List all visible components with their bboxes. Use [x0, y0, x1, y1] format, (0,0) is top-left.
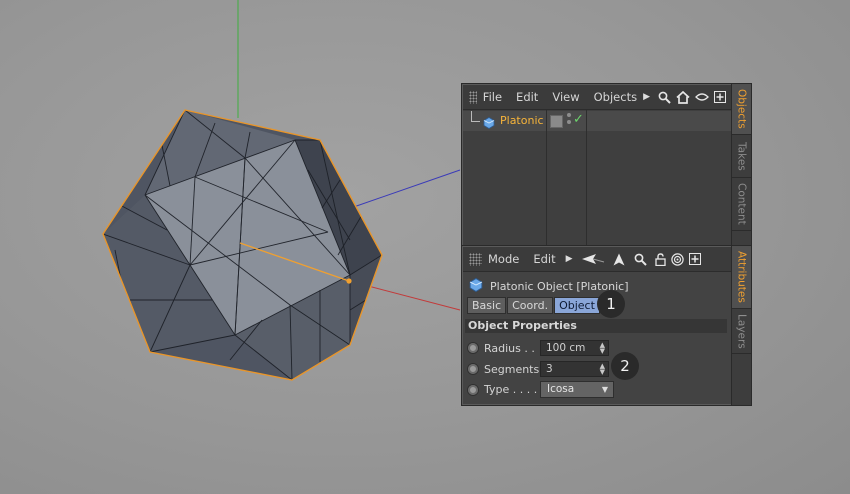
- spinner-arrows-icon[interactable]: ▲ ▼: [600, 363, 605, 376]
- column-divider[interactable]: [586, 110, 587, 246]
- tab-object[interactable]: Object: [554, 297, 600, 314]
- up-arrow-icon[interactable]: [613, 253, 625, 266]
- attributes-body: Platonic Object [Platonic] Basic Coord. …: [463, 272, 731, 404]
- column-divider[interactable]: [546, 110, 547, 246]
- property-label: Type . . . .: [484, 383, 538, 396]
- attributes-side-tabs: Attributes Layers: [731, 246, 751, 405]
- grip-icon[interactable]: [469, 252, 482, 266]
- search-icon[interactable]: [634, 253, 647, 266]
- side-tab-attributes[interactable]: Attributes: [732, 246, 751, 309]
- new-panel-icon[interactable]: [688, 253, 701, 265]
- back-arrow-icon[interactable]: [581, 253, 605, 265]
- layer-square-icon[interactable]: [550, 115, 563, 128]
- menu-file[interactable]: File: [483, 90, 502, 104]
- tree-line: [471, 111, 480, 122]
- animation-keyframe-icon[interactable]: [467, 363, 479, 375]
- object-row-platonic[interactable]: Platonic ✓: [463, 111, 731, 131]
- side-tab-takes[interactable]: Takes: [732, 135, 751, 178]
- object-name[interactable]: Platonic: [500, 114, 544, 127]
- menu-edit-attributes[interactable]: Edit: [533, 252, 555, 266]
- objects-panel: File Edit View Objects ▶ Platonic ✓ Obje…: [461, 83, 752, 248]
- type-dropdown[interactable]: Icosa ▼: [540, 381, 614, 398]
- tab-coord[interactable]: Coord.: [507, 297, 554, 314]
- check-icon[interactable]: ✓: [573, 112, 584, 127]
- icosahedron-model[interactable]: [102, 109, 383, 381]
- side-tab-objects[interactable]: Objects: [732, 84, 751, 135]
- menu-view[interactable]: View: [552, 90, 579, 104]
- property-segments: Segments 3 ▲ ▼: [467, 361, 609, 377]
- grip-icon[interactable]: [469, 90, 477, 104]
- animation-keyframe-icon[interactable]: [467, 342, 479, 354]
- platonic-object-icon: [469, 278, 483, 295]
- side-tab-layers[interactable]: Layers: [732, 309, 751, 354]
- radius-input[interactable]: 100 cm ▲ ▼: [540, 340, 609, 356]
- segments-input[interactable]: 3 ▲ ▼: [540, 361, 609, 377]
- menu-objects[interactable]: Objects: [594, 90, 637, 104]
- menu-mode[interactable]: Mode: [488, 252, 519, 266]
- radius-handle[interactable]: [346, 278, 352, 284]
- home-icon[interactable]: [676, 90, 690, 104]
- more-menus-arrow-icon[interactable]: ▶: [643, 92, 650, 102]
- callout-1: 1: [597, 290, 625, 318]
- z-axis-line: [344, 169, 461, 211]
- section-header[interactable]: Object Properties: [465, 319, 727, 333]
- objects-side-tabs: Objects Takes Content: [731, 84, 751, 247]
- menu-edit[interactable]: Edit: [516, 90, 538, 104]
- more-menus-arrow-icon[interactable]: ▶: [566, 254, 573, 264]
- side-tab-content[interactable]: Content: [732, 178, 751, 231]
- target-icon[interactable]: [670, 252, 684, 266]
- search-icon[interactable]: [658, 91, 671, 104]
- visibility-dots-icon[interactable]: [567, 113, 571, 127]
- tab-basic[interactable]: Basic: [467, 297, 507, 314]
- animation-keyframe-icon[interactable]: [467, 383, 479, 396]
- object-list: Platonic ✓: [463, 110, 731, 246]
- property-label: Segments: [484, 362, 540, 376]
- new-panel-icon[interactable]: [714, 91, 726, 103]
- attributes-toolbar: Mode Edit ▶: [463, 247, 731, 272]
- chevron-down-icon: ▼: [601, 385, 608, 394]
- property-type: Type . . . . Icosa ▼: [467, 381, 614, 398]
- property-radius: Radius . . 100 cm ▲ ▼: [467, 340, 609, 356]
- attributes-panel: Mode Edit ▶ Platonic Object [Platonic] B…: [461, 245, 752, 406]
- lock-icon[interactable]: [654, 252, 666, 266]
- spinner-arrows-icon[interactable]: ▲ ▼: [600, 342, 605, 355]
- eye-icon[interactable]: [695, 92, 709, 102]
- property-label: Radius . .: [484, 341, 535, 355]
- callout-2: 2: [611, 352, 639, 380]
- platonic-object-icon: [483, 114, 495, 133]
- attribute-tabs: Basic Coord. Object: [467, 297, 601, 314]
- objects-toolbar: File Edit View Objects ▶: [463, 85, 731, 110]
